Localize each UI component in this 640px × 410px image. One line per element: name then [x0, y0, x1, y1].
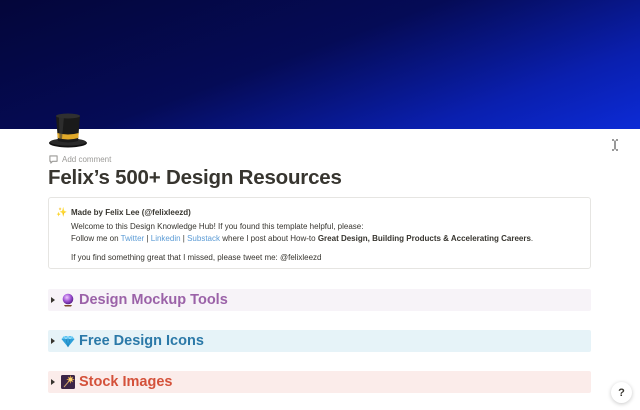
- toggle-label: Free Design Icons: [79, 333, 204, 349]
- page-cover[interactable]: [0, 0, 640, 129]
- crystal-ball-icon: [62, 293, 74, 307]
- comment-icon: [49, 154, 58, 164]
- callout-line-welcome: Welcome to this Design Knowledge Hub! If…: [71, 222, 364, 231]
- callout-line-follow: Follow me on Twitter | Linkedin | Substa…: [71, 233, 584, 245]
- follow-middle: where I post about How-to: [220, 234, 318, 243]
- substack-link[interactable]: Substack: [187, 234, 220, 243]
- page-title[interactable]: Felix’s 500+ Design Resources: [48, 166, 342, 190]
- follow-prefix: Follow me on: [71, 234, 121, 243]
- follow-suffix: .: [530, 234, 534, 243]
- twitter-link[interactable]: Twitter: [121, 234, 145, 243]
- sparkles-icon: ✨: [56, 207, 68, 217]
- toggle-design-mockup-tools[interactable]: Design Mockup Tools: [48, 289, 591, 311]
- linkedin-link[interactable]: Linkedin: [151, 234, 181, 243]
- callout-body[interactable]: Made by Felix Lee (@felixleezd) Welcome …: [71, 207, 584, 264]
- toggle-arrow-icon[interactable]: [51, 297, 55, 303]
- add-comment-label: Add comment: [62, 154, 112, 164]
- toggle-free-design-icons[interactable]: Free Design Icons: [48, 330, 591, 352]
- callout-line-tweet: If you find something great that I misse…: [71, 253, 322, 262]
- sparkler-icon: [61, 375, 75, 389]
- help-button[interactable]: ?: [611, 382, 632, 403]
- gem-icon: [61, 335, 75, 348]
- follow-topics: Great Design, Building Products & Accele…: [317, 234, 531, 243]
- top-hat-icon[interactable]: [47, 108, 89, 150]
- callout-heading: Made by Felix Lee (@felixleezd): [71, 208, 191, 217]
- toggle-stock-images[interactable]: Stock Images: [48, 371, 591, 393]
- add-comment-button[interactable]: Add comment: [49, 153, 111, 165]
- toggle-label: Stock Images: [79, 374, 173, 390]
- text-cursor-icon: [612, 139, 618, 151]
- toggle-label: Design Mockup Tools: [79, 292, 228, 308]
- toggle-arrow-icon[interactable]: [51, 379, 55, 385]
- callout-block: ✨ Made by Felix Lee (@felixleezd) Welcom…: [48, 197, 591, 269]
- toggle-arrow-icon[interactable]: [51, 338, 55, 344]
